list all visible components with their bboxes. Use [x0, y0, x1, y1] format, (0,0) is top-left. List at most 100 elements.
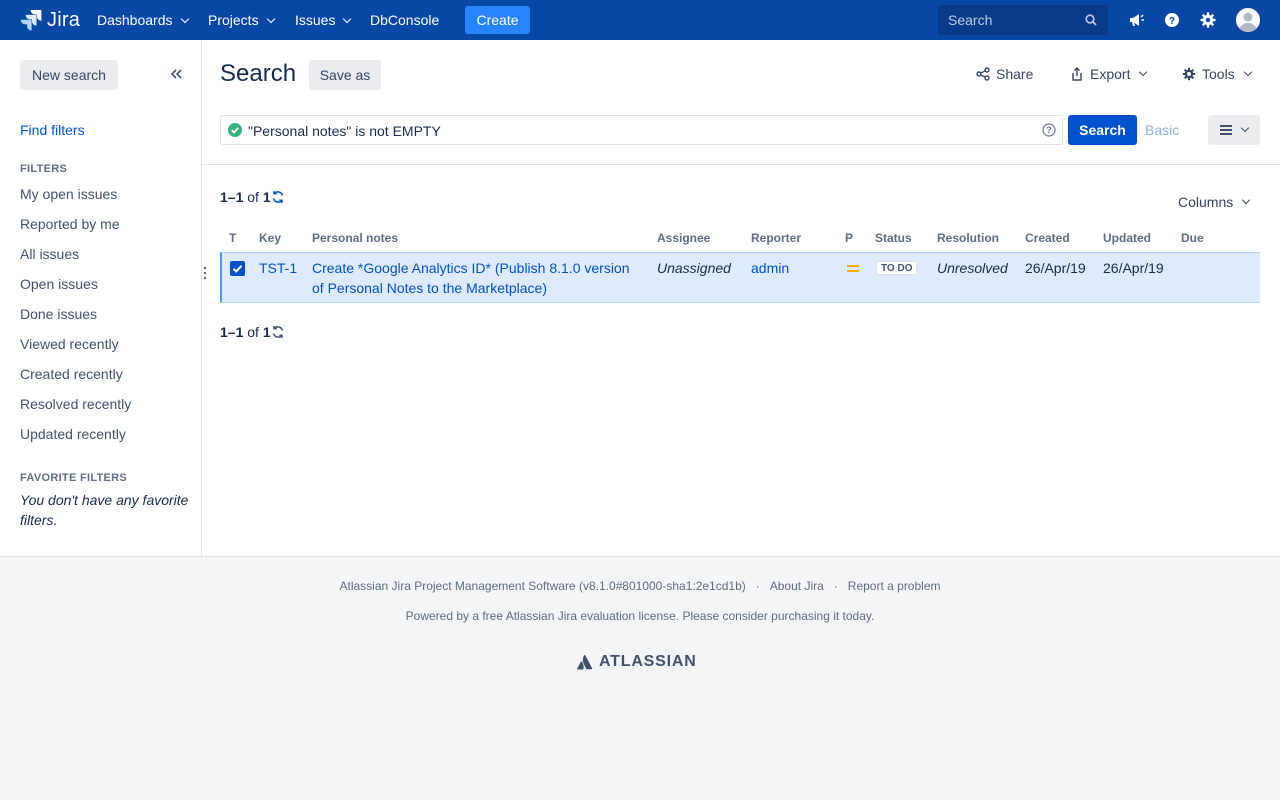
nav-dashboards-label: Dashboards [97, 12, 173, 28]
favorite-filters-heading: FAVORITE FILTERS [20, 472, 128, 484]
column-header-due[interactable]: Due [1181, 231, 1204, 245]
jql-query-text: "Personal notes" is not EMPTY [248, 123, 441, 139]
result-count-bottom: 1–1 of 1 [220, 324, 285, 340]
global-search-input[interactable]: Search [938, 5, 1108, 35]
jql-query-input[interactable]: "Personal notes" is not EMPTY ? [220, 115, 1063, 145]
footer-separator: · [755, 579, 760, 593]
nav-issues[interactable]: Issues [295, 0, 352, 40]
chevron-down-icon [1240, 123, 1250, 133]
filter-reported-by-me[interactable]: Reported by me [20, 216, 120, 232]
count-total: 1 [262, 189, 271, 205]
atlassian-logo[interactable]: ATLASSIAN [577, 653, 697, 671]
chevron-down-icon [1139, 67, 1148, 77]
tools-button[interactable]: Tools [1182, 66, 1252, 82]
new-search-button[interactable]: New search [20, 60, 118, 90]
personal-notes-line-1[interactable]: Create *Google Analytics ID* (Publish 8.… [312, 258, 630, 278]
chevron-down-icon [266, 14, 275, 24]
filter-done-issues[interactable]: Done issues [20, 306, 97, 322]
filter-updated-recently[interactable]: Updated recently [20, 426, 126, 442]
refresh-icon[interactable] [271, 190, 285, 204]
create-button[interactable]: Create [465, 6, 530, 34]
column-header-created[interactable]: Created [1025, 231, 1070, 245]
basic-mode-link[interactable]: Basic [1145, 122, 1179, 138]
gear-icon [1182, 67, 1196, 81]
status-badge: TO DO [876, 261, 918, 275]
columns-button[interactable]: Columns [1178, 194, 1251, 210]
layout-switcher-button[interactable] [1208, 115, 1260, 145]
find-filters-link[interactable]: Find filters [20, 122, 85, 138]
jira-logo-text: Jira [47, 8, 81, 31]
column-header-priority[interactable]: P [845, 231, 853, 245]
share-button[interactable]: Share [976, 66, 1033, 82]
search-icon [1085, 14, 1097, 26]
svg-text:?: ? [1046, 125, 1052, 135]
count-total: 1 [262, 324, 271, 340]
export-button[interactable]: Export [1070, 66, 1148, 82]
filter-all-issues[interactable]: All issues [20, 246, 79, 262]
filters-sidebar: New search Find filters FILTERS My open … [0, 40, 202, 556]
share-icon [976, 67, 990, 81]
personal-notes-line-2[interactable]: of Personal Notes to the Marketplace) [312, 278, 547, 298]
share-label: Share [996, 66, 1034, 82]
chevron-down-icon [1242, 195, 1251, 205]
user-avatar[interactable] [1236, 8, 1260, 32]
atlassian-logo-icon [577, 654, 593, 670]
issue-type-task-icon [230, 261, 245, 276]
chevron-down-icon [1243, 67, 1252, 77]
report-problem-link[interactable]: Report a problem [848, 579, 941, 593]
column-header-key[interactable]: Key [259, 231, 281, 245]
gear-icon[interactable] [1198, 10, 1218, 30]
svg-text:?: ? [1169, 16, 1175, 27]
created-date: 26/Apr/19 [1025, 260, 1086, 276]
result-count-top: 1–1 of 1 [220, 189, 285, 205]
chevron-down-icon [343, 14, 352, 24]
drag-handle-icon[interactable] [202, 266, 208, 280]
collapse-sidebar-icon[interactable] [170, 68, 182, 80]
footer-links: Atlassian Jira Project Management Softwa… [0, 579, 1280, 593]
filter-viewed-recently[interactable]: Viewed recently [20, 336, 119, 352]
filter-created-recently[interactable]: Created recently [20, 366, 123, 382]
footer-license-text: Powered by a free Atlassian Jira evaluat… [405, 609, 875, 623]
columns-label: Columns [1178, 194, 1234, 210]
nav-dashboards[interactable]: Dashboards [97, 0, 189, 40]
footer-separator: · [833, 579, 838, 593]
column-header-status[interactable]: Status [875, 231, 912, 245]
page-title: Search [220, 60, 297, 87]
search-button[interactable]: Search [1068, 115, 1137, 145]
help-icon[interactable]: ? [1162, 10, 1182, 30]
nav-projects[interactable]: Projects [208, 0, 275, 40]
jira-logo-icon [20, 10, 42, 31]
column-header-type[interactable]: T [229, 231, 236, 245]
column-header-resolution[interactable]: Resolution [937, 231, 999, 245]
export-icon [1072, 67, 1082, 81]
save-as-button[interactable]: Save as [309, 60, 381, 90]
count-of: of [247, 324, 259, 340]
reporter-link[interactable]: admin [751, 258, 789, 278]
search-main: Search Save as Share Export Tools "Perso… [202, 40, 1280, 556]
about-jira-link[interactable]: About Jira [770, 579, 824, 593]
filter-my-open-issues[interactable]: My open issues [20, 186, 117, 202]
atlassian-logo-text: ATLASSIAN [599, 653, 697, 670]
issue-key-link[interactable]: TST-1 [259, 258, 297, 278]
footer-software-version[interactable]: Atlassian Jira Project Management Softwa… [340, 579, 746, 593]
column-header-reporter[interactable]: Reporter [751, 231, 801, 245]
megaphone-icon[interactable] [1126, 10, 1146, 30]
column-header-personal-notes[interactable]: Personal notes [312, 231, 398, 245]
nav-issues-label: Issues [295, 12, 336, 28]
column-header-assignee[interactable]: Assignee [657, 231, 710, 245]
jira-logo[interactable]: Jira [20, 9, 80, 31]
resolution-value: Unresolved [937, 260, 1008, 276]
checkmark-icon [232, 265, 243, 273]
priority-medium-icon [847, 265, 859, 272]
nav-dbconsole[interactable]: DbConsole [370, 0, 439, 40]
nav-projects-label: Projects [208, 12, 259, 28]
favorite-filters-empty-message: You don't have any favorite filters. [20, 492, 189, 528]
updated-date: 26/Apr/19 [1103, 260, 1164, 276]
filter-resolved-recently[interactable]: Resolved recently [20, 396, 131, 412]
refresh-icon[interactable] [271, 325, 285, 339]
column-header-updated[interactable]: Updated [1103, 231, 1151, 245]
nav-dbconsole-label: DbConsole [370, 12, 440, 28]
filter-open-issues[interactable]: Open issues [20, 276, 98, 292]
syntax-help-icon[interactable]: ? [1042, 123, 1056, 137]
count-range: 1–1 [220, 324, 244, 340]
